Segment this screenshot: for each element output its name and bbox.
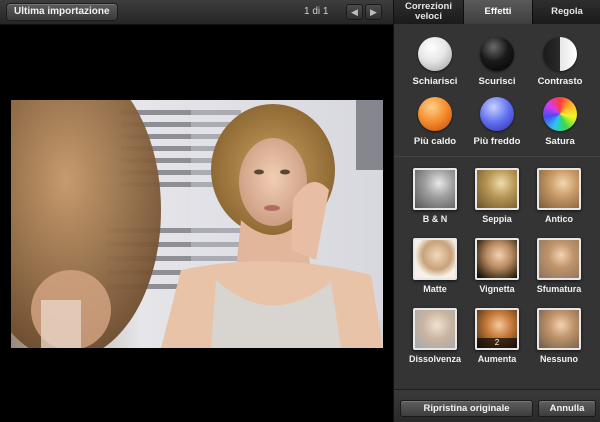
effect-thumbnail bbox=[413, 238, 457, 280]
effect-label: Matte bbox=[423, 284, 447, 294]
effect-label: Vignetta bbox=[479, 284, 515, 294]
effect-thumbnail bbox=[537, 308, 581, 350]
rainbow-orb-icon bbox=[543, 97, 577, 131]
effect-thumbnail bbox=[537, 238, 581, 280]
effect-label: Aumenta bbox=[477, 354, 517, 364]
tab-adjust[interactable]: Regola bbox=[533, 0, 600, 24]
edit-panel: Correzioni veloci Effetti Regola Schiari… bbox=[393, 0, 600, 422]
effect-thumbnail bbox=[537, 168, 581, 210]
next-photo-button[interactable]: ▶ bbox=[365, 4, 382, 20]
effect-label: Sfumatura bbox=[536, 284, 582, 294]
effect-thumbnail bbox=[475, 238, 519, 280]
album-button[interactable]: Ultima importazione bbox=[6, 3, 118, 21]
quick-fix-darken[interactable]: Scurisci bbox=[469, 37, 525, 87]
effect-boost[interactable]: 2 Aumenta bbox=[466, 308, 528, 364]
effect-level-badge: 2 bbox=[477, 338, 517, 348]
quick-fix-brighten[interactable]: Schiarisci bbox=[407, 37, 463, 87]
white-orb-icon bbox=[418, 37, 452, 71]
quick-fix-label: Contrasto bbox=[537, 76, 583, 87]
effect-thumbnail bbox=[475, 168, 519, 210]
arrow-right-icon: ▶ bbox=[370, 7, 377, 17]
effect-bw[interactable]: B & N bbox=[404, 168, 466, 224]
effect-sepia[interactable]: Seppia bbox=[466, 168, 528, 224]
effect-label: B & N bbox=[422, 214, 448, 224]
effect-vignette[interactable]: Vignetta bbox=[466, 238, 528, 294]
quick-fix-label: Più freddo bbox=[473, 136, 521, 147]
section-divider bbox=[394, 156, 600, 157]
previous-photo-button[interactable]: ◀ bbox=[346, 4, 363, 20]
tab-effects[interactable]: Effetti bbox=[464, 0, 533, 24]
effect-label: Seppia bbox=[482, 214, 512, 224]
effect-antique[interactable]: Antico bbox=[528, 168, 590, 224]
effect-none[interactable]: Nessuno bbox=[528, 308, 590, 364]
quick-fix-saturate[interactable]: Satura bbox=[532, 97, 588, 147]
quick-fix-warmer[interactable]: Più caldo bbox=[407, 97, 463, 147]
black-orb-icon bbox=[480, 37, 514, 71]
cancel-button[interactable]: Annulla bbox=[538, 400, 596, 417]
reset-original-button[interactable]: Ripristina originale bbox=[400, 400, 533, 417]
effect-label: Dissolvenza bbox=[408, 354, 462, 364]
quick-fix-label: Più caldo bbox=[413, 136, 457, 147]
quick-fix-cooler[interactable]: Più freddo bbox=[469, 97, 525, 147]
photo-counter: 1 di 1 bbox=[304, 6, 329, 17]
quick-fix-label: Satura bbox=[545, 136, 575, 147]
quick-fix-label: Schiarisci bbox=[412, 76, 458, 87]
effect-thumbnail bbox=[413, 168, 457, 210]
effect-label: Nessuno bbox=[539, 354, 578, 364]
orange-orb-icon bbox=[418, 97, 452, 131]
effect-fade[interactable]: Dissolvenza bbox=[404, 308, 466, 364]
quick-fix-label: Scurisci bbox=[478, 76, 516, 87]
half-orb-icon bbox=[543, 37, 577, 71]
viewer-toolbar: Ultima importazione 1 di 1 ◀ ▶ bbox=[0, 0, 393, 25]
effect-label: Antico bbox=[545, 214, 573, 224]
effect-matte[interactable]: Matte bbox=[404, 238, 466, 294]
panel-tabs: Correzioni veloci Effetti Regola bbox=[394, 0, 600, 24]
effect-thumbnail bbox=[413, 308, 457, 350]
quick-fix-contrast[interactable]: Contrasto bbox=[532, 37, 588, 87]
arrow-left-icon: ◀ bbox=[351, 7, 358, 17]
panel-footer: Ripristina originale Annulla bbox=[394, 389, 600, 422]
effect-blur[interactable]: Sfumatura bbox=[528, 238, 590, 294]
effect-thumbnail: 2 bbox=[475, 308, 519, 350]
blue-orb-icon bbox=[480, 97, 514, 131]
photo-viewer: Ultima importazione 1 di 1 ◀ ▶ bbox=[0, 0, 393, 422]
main-photo[interactable] bbox=[11, 100, 383, 348]
tab-quick-fixes[interactable]: Correzioni veloci bbox=[394, 0, 464, 24]
